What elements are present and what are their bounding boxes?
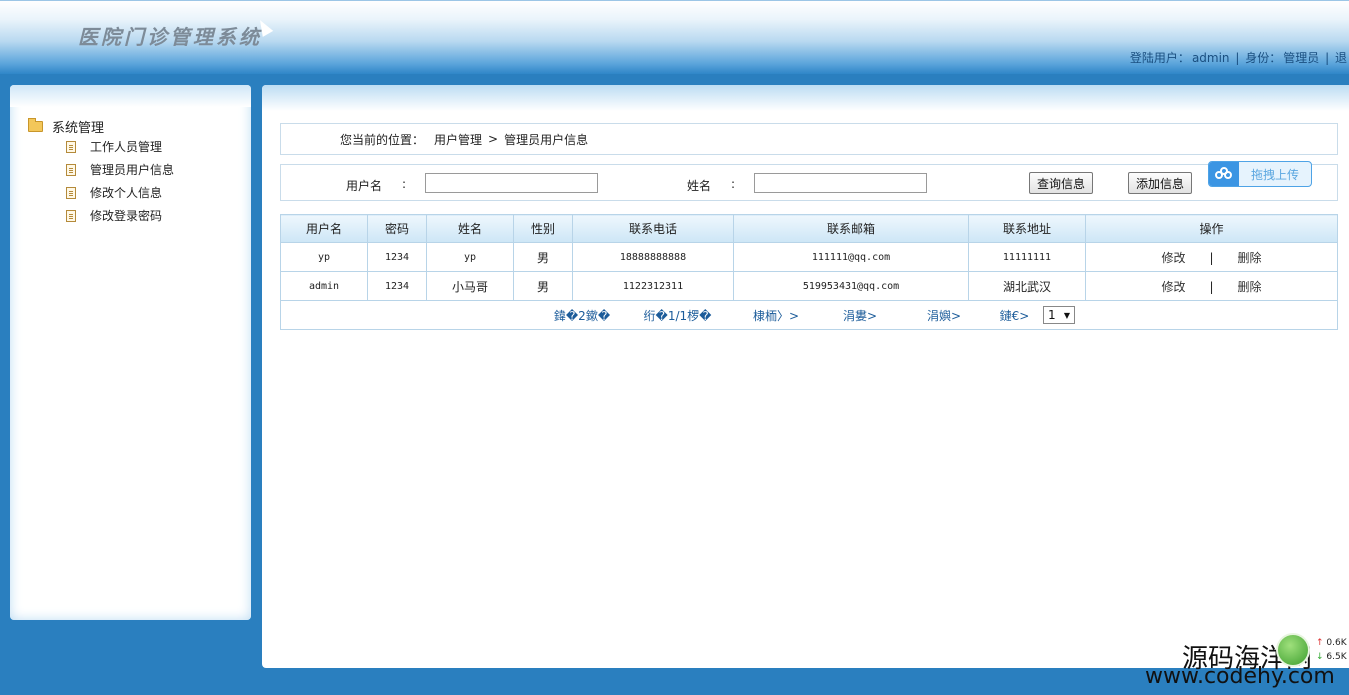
sidebar-item-label: 修改个人信息 — [90, 186, 163, 200]
pager-total: 鍏�2鏉� — [553, 308, 611, 323]
name-input[interactable] — [754, 173, 927, 193]
page-select[interactable]: 1 ▼ — [1043, 306, 1075, 324]
document-icon — [66, 163, 76, 176]
table-row: yp 1234 yp 男 18888888888 111111@qq.com 1… — [280, 242, 1338, 272]
column-header: 联系邮箱 — [733, 214, 969, 243]
cell-name: yp — [426, 242, 514, 272]
main-panel: 您当前的位置： 用户管理 > 管理员用户信息 用户名 : 姓名 : 查询信息 添… — [262, 85, 1349, 668]
cell-phone: 18888888888 — [572, 242, 734, 272]
pager-prev-link[interactable]: 涓婁> — [818, 307, 902, 324]
name-label: 姓名 — [687, 179, 712, 193]
cell-email: 519953431@qq.com — [733, 271, 969, 301]
name-colon: : — [731, 177, 736, 191]
column-header: 联系地址 — [968, 214, 1086, 243]
query-button[interactable]: 查询信息 — [1029, 172, 1094, 194]
cell-phone: 1122312311 — [572, 271, 734, 301]
username-colon: : — [402, 177, 407, 191]
pager-page-info: 绗�1/1椤� — [643, 308, 712, 323]
pager-last-link[interactable]: 鏈€> — [986, 307, 1043, 324]
page-select-value: 1 — [1048, 308, 1056, 322]
network-speed-widget: ↑ 0.6K ↓ 6.5K — [1312, 636, 1349, 668]
delete-link[interactable]: 删除 — [1238, 280, 1262, 294]
pager: 鍏�2鏉� 绗�1/1椤� 棣栭〉> 涓婁> 涓嬩> 鏈€> 1 ▼ — [281, 301, 1337, 329]
cell-actions: 修改 | 删除 — [1085, 271, 1338, 301]
user-name: admin — [1191, 51, 1230, 65]
pager-next-link[interactable]: 涓嬩> — [902, 307, 986, 324]
folder-open-icon — [28, 117, 43, 132]
column-header: 用户名 — [280, 214, 368, 243]
tree-root-system[interactable]: 系统管理 — [28, 117, 174, 136]
pager-first-link[interactable]: 棣栭〉> — [734, 307, 818, 324]
column-header: 操作 — [1085, 214, 1338, 243]
drag-upload-button[interactable]: 拖拽上传 — [1208, 161, 1312, 187]
admin-user-table: 用户名 密码 姓名 性别 联系电话 联系邮箱 联系地址 操作 yp 1234 y… — [280, 214, 1338, 330]
tree-root-label: 系统管理 — [52, 120, 105, 136]
cell-email: 111111@qq.com — [733, 242, 969, 272]
cell-address: 11111111 — [968, 242, 1086, 272]
cell-gender: 男 — [513, 271, 573, 301]
cloud-icon — [1215, 167, 1233, 180]
action-separator: | — [1209, 279, 1214, 294]
sidebar-item-admin-users[interactable]: 管理员用户信息 — [66, 158, 174, 181]
column-header: 密码 — [367, 214, 427, 243]
sidebar-item-label: 工作人员管理 — [90, 140, 163, 154]
column-header: 性别 — [513, 214, 573, 243]
edit-link[interactable]: 修改 — [1161, 251, 1185, 265]
pager-row: 鍏�2鏉� 绗�1/1椤� 棣栭〉> 涓婁> 涓嬩> 鏈€> 1 ▼ — [280, 300, 1338, 330]
sidebar-item-profile[interactable]: 修改个人信息 — [66, 181, 174, 204]
app-logo: 医院门诊管理系统 — [78, 25, 262, 49]
cell-gender: 男 — [513, 242, 573, 272]
role-name: 管理员 — [1283, 51, 1320, 65]
table-row: admin 1234 小马哥 男 1122312311 519953431@qq… — [280, 271, 1338, 301]
add-button[interactable]: 添加信息 — [1128, 172, 1193, 194]
logout-link[interactable]: 退 — [1335, 51, 1347, 65]
cell-password: 1234 — [367, 271, 427, 301]
search-bar: 用户名 : 姓名 : 查询信息 添加信息 — [280, 164, 1338, 201]
separator: | — [1325, 51, 1330, 65]
chevron-down-icon: ▼ — [1063, 310, 1070, 320]
arrow-up-icon: ↑ — [1316, 638, 1324, 648]
document-icon — [66, 140, 76, 153]
action-separator: | — [1209, 250, 1214, 265]
username-input[interactable] — [425, 173, 598, 193]
upload-label: 拖拽上传 — [1250, 167, 1299, 182]
sidebar-item-password[interactable]: 修改登录密码 — [66, 204, 174, 227]
role-label: 身份： — [1245, 51, 1282, 65]
cell-username: yp — [280, 242, 368, 272]
watermark-url: www.codehy.com — [1145, 664, 1335, 689]
breadcrumb: 您当前的位置： 用户管理 > 管理员用户信息 — [280, 123, 1338, 155]
net-up-value: 0.6K — [1326, 638, 1347, 648]
edit-link[interactable]: 修改 — [1161, 280, 1185, 294]
separator: | — [1235, 51, 1240, 65]
breadcrumb-prefix: 您当前的位置： — [340, 132, 425, 147]
cell-name: 小马哥 — [426, 271, 514, 301]
document-icon — [66, 209, 76, 222]
network-monitor-icon — [1276, 633, 1310, 667]
cell-address: 湖北武汉 — [968, 271, 1086, 301]
cell-actions: 修改 | 删除 — [1085, 242, 1338, 272]
column-header: 姓名 — [426, 214, 514, 243]
column-header: 联系电话 — [572, 214, 734, 243]
sidebar-item-label: 管理员用户信息 — [90, 163, 175, 177]
delete-link[interactable]: 删除 — [1238, 251, 1262, 265]
table-header-row: 用户名 密码 姓名 性别 联系电话 联系邮箱 联系地址 操作 — [280, 214, 1338, 243]
breadcrumb-level1: 用户管理 — [434, 132, 483, 147]
username-label: 用户名 — [346, 179, 383, 193]
cell-password: 1234 — [367, 242, 427, 272]
net-down-value: 6.5K — [1326, 652, 1347, 662]
sidebar-item-staff[interactable]: 工作人员管理 — [66, 135, 174, 158]
cell-username: admin — [280, 271, 368, 301]
nav-tree: 系统管理 工作人员管理 管理员用户信息 修改个人信息 修改登录密码 — [28, 117, 174, 227]
sidebar: 系统管理 工作人员管理 管理员用户信息 修改个人信息 修改登录密码 — [10, 85, 251, 620]
sidebar-item-label: 修改登录密码 — [90, 209, 163, 223]
user-label: 登陆用户： — [1129, 51, 1190, 65]
header: 医院门诊管理系统 登陆用户： admin | 身份： 管理员 | 退 — [0, 0, 1349, 74]
breadcrumb-separator: > — [488, 132, 499, 146]
arrow-down-icon: ↓ — [1316, 652, 1324, 662]
breadcrumb-level2: 管理员用户信息 — [504, 132, 589, 147]
user-bar: 登陆用户： admin | 身份： 管理员 | 退 — [1130, 49, 1349, 66]
document-icon — [66, 186, 76, 199]
